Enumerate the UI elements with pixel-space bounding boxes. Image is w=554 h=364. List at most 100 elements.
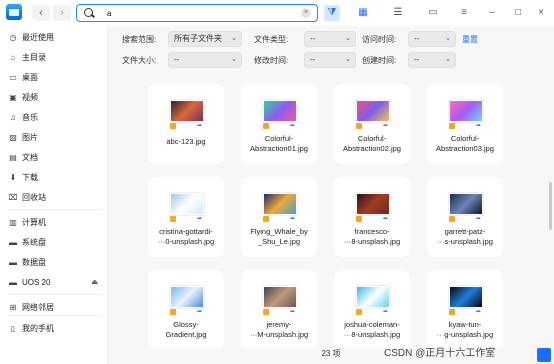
file-name: abc-123.jpg <box>166 137 206 146</box>
sidebar-divider <box>8 315 102 316</box>
sidebar-item-label: 文档 <box>22 153 38 162</box>
file-item[interactable]: ➦ garrett-patz- ···s-unsplash.jpg <box>427 177 503 257</box>
sidebar-item-label: 回收站 <box>22 193 46 202</box>
sidebar-item-label: 我的手机 <box>22 324 54 333</box>
file-item[interactable]: ➦ Colorful- Abstraction03.jpg <box>427 84 503 164</box>
search-box[interactable]: × <box>76 4 318 22</box>
sidebar-item[interactable]: ▬ 数据盘 <box>8 256 104 270</box>
image-thumbnail <box>170 193 204 215</box>
download-icon: ⬇ <box>9 173 17 182</box>
desktop-icon: ▭ <box>9 73 17 82</box>
image-thumbnail <box>449 193 483 215</box>
lock-icon <box>170 309 176 315</box>
sidebar-item[interactable]: ▥ 计算机 <box>8 216 104 230</box>
sidebar-item-label: 网络邻居 <box>22 303 54 312</box>
forward-button[interactable]: › <box>53 5 71 21</box>
item-count: 23 项 <box>321 349 341 358</box>
modify-time-select[interactable]: -- ⌄ <box>304 52 356 68</box>
file-item[interactable]: ➦ francesco- ···8-unsplash.jpg <box>334 177 410 257</box>
lock-icon <box>170 123 176 129</box>
file-name: Colorful- Abstraction03.jpg <box>436 134 494 153</box>
sidebar-item-label: 主目录 <box>22 53 46 62</box>
sidebar-item-label: 下载 <box>22 173 38 182</box>
sidebar-item-label: 视频 <box>22 93 38 102</box>
chevron-down-icon: ⌄ <box>345 56 351 63</box>
sidebar-item[interactable]: ◷ 最近使用 <box>8 31 104 45</box>
sidebar-item[interactable]: ▭ 桌面 <box>8 71 104 85</box>
type-value: -- <box>310 34 316 43</box>
size-value: -- <box>174 55 180 64</box>
file-manager-logo-icon <box>6 4 22 20</box>
share-icon: ➦ <box>383 309 389 315</box>
file-item[interactable]: ➦ cristina-gottardi- ···0-unsplash.jpg <box>148 177 224 257</box>
eject-icon[interactable]: ⏏ <box>91 276 98 290</box>
maximize-button[interactable]: □ <box>510 5 526 21</box>
share-icon: ➦ <box>383 216 389 222</box>
main-menu-button[interactable]: ≡ <box>456 5 472 21</box>
image-thumbnail <box>449 100 483 122</box>
disk-icon: ▬ <box>9 258 17 267</box>
size-select[interactable]: -- ⌄ <box>168 52 242 68</box>
scope-select[interactable]: 所有子文件夹 ⌄ <box>168 31 242 47</box>
file-item[interactable]: ➦ Glossy- Gradient.jpg <box>148 270 224 348</box>
access-time-select[interactable]: -- ⌄ <box>408 31 456 47</box>
share-icon: ➦ <box>290 309 296 315</box>
access-time-label: 访问时间: <box>362 35 397 44</box>
file-item[interactable]: ➦ jeremy- ···M-unsplash.jpg <box>241 270 317 348</box>
sidebar-divider <box>8 294 102 295</box>
reset-button[interactable]: 重置 <box>462 34 478 45</box>
image-thumbnail <box>263 100 297 122</box>
sidebar-divider <box>8 209 102 210</box>
share-icon: ➦ <box>197 309 203 315</box>
file-name: garrett-patz- ···s-unsplash.jpg <box>437 227 493 246</box>
sidebar-item-label: 计算机 <box>22 218 46 227</box>
search-input[interactable] <box>107 7 287 19</box>
disk-icon: ▬ <box>9 278 17 287</box>
sidebar-item[interactable]: ▨ 图片 <box>8 131 104 145</box>
network-icon: ⊞ <box>9 303 17 312</box>
sidebar-item[interactable]: ▤ 文档 <box>8 151 104 165</box>
lock-icon <box>449 123 455 129</box>
sidebar-item[interactable]: ⬇ 下载 <box>8 171 104 185</box>
icon-view-button[interactable]: ▦ <box>355 5 371 21</box>
sidebar-item[interactable]: ▣ 视频 <box>8 91 104 105</box>
clear-search-button[interactable]: × <box>301 8 311 18</box>
file-item[interactable]: ➦ abc-123.jpg <box>148 84 224 164</box>
type-label: 文件类型: <box>254 35 289 44</box>
advanced-search-filter-button[interactable]: ⧩ <box>324 5 340 21</box>
file-name: Colorful- Abstraction02.jpg <box>343 134 401 153</box>
sidebar-item[interactable]: ♫ 音乐 <box>8 111 104 125</box>
sidebar-item[interactable]: ⌂ 主目录 <box>8 51 104 65</box>
share-icon: ➦ <box>476 309 482 315</box>
watermark-text: CSDN @正月十六工作室 <box>384 348 496 359</box>
sidebar-item[interactable]: ⌧ 回收站 <box>8 191 104 205</box>
list-view-button[interactable]: ☰ <box>390 5 406 21</box>
detail-panel-button[interactable]: ▭ <box>425 5 441 21</box>
scrollbar[interactable] <box>549 182 552 230</box>
type-select[interactable]: -- ⌄ <box>304 31 356 47</box>
minimize-button[interactable]: – <box>484 5 500 21</box>
back-button[interactable]: ‹ <box>32 5 50 21</box>
file-name: francesco- ···8-unsplash.jpg <box>343 227 401 246</box>
sidebar-item[interactable]: ▬ 系统盘 <box>8 236 104 250</box>
file-item[interactable]: ➦ joshua-coleman- ···8-unsplash.jpg <box>334 270 410 348</box>
file-item[interactable]: ➦ Colorful- Abstraction01.jpg <box>241 84 317 164</box>
trash-icon: ⌧ <box>8 193 18 202</box>
file-name: kyaw-tun- ···g-unsplash.jpg <box>436 320 494 339</box>
music-icon: ♫ <box>10 113 16 122</box>
lock-icon <box>263 309 269 315</box>
chevron-down-icon: ⌄ <box>345 35 351 42</box>
file-item[interactable]: ➦ kyaw-tun- ···g-unsplash.jpg <box>427 270 503 348</box>
sidebar-item[interactable]: ▯ 我的手机 <box>8 322 104 336</box>
sidebar-item-label: 数据盘 <box>22 258 46 267</box>
file-item[interactable]: ➦ Flying_Whale_by _Shu_Le.jpg <box>241 177 317 257</box>
image-thumbnail <box>356 193 390 215</box>
close-window-button[interactable]: × <box>533 5 549 21</box>
file-name: Flying_Whale_by _Shu_Le.jpg <box>250 227 308 246</box>
create-time-select[interactable]: -- ⌄ <box>408 52 456 68</box>
sidebar-item[interactable]: ▬ UOS 20 ⏏ <box>8 276 104 290</box>
share-icon: ➦ <box>290 216 296 222</box>
share-icon: ➦ <box>476 216 482 222</box>
file-item[interactable]: ➦ Colorful- Abstraction02.jpg <box>334 84 410 164</box>
sidebar-item[interactable]: ⊞ 网络邻居 <box>8 301 104 315</box>
